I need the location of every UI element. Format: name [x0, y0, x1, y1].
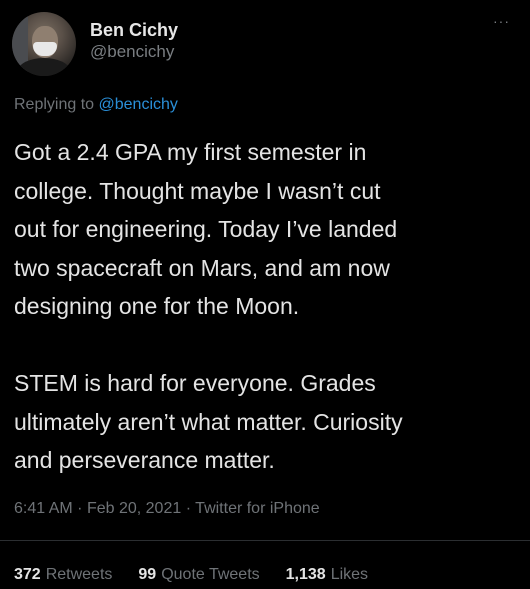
likes-label: Likes	[330, 566, 369, 583]
retweets-stat[interactable]: 372 Retweets	[14, 566, 112, 584]
likes-stat[interactable]: 1,138 Likes	[286, 566, 368, 584]
tweet-source[interactable]: Twitter for iPhone	[195, 500, 320, 517]
tweet-card: Ben Cichy @bencichy ··· Replying to @ben…	[0, 0, 530, 589]
quote-tweets-stat[interactable]: 99 Quote Tweets	[138, 566, 259, 584]
tweet-text: Got a 2.4 GPA my first semester in colle…	[14, 133, 519, 480]
replying-to-mention[interactable]: @bencichy	[99, 96, 178, 113]
retweets-label: Retweets	[45, 566, 113, 583]
tweet-paragraph-2: STEM is hard for everyone. Grades ultima…	[14, 370, 403, 473]
replying-to: Replying to @bencichy	[14, 96, 178, 114]
author-display-name[interactable]: Ben Cichy	[90, 19, 178, 41]
tweet-time[interactable]: 6:41 AM	[14, 500, 73, 517]
tweet-stats: 372 Retweets 99 Quote Tweets 1,138 Likes	[14, 566, 368, 584]
retweets-count: 372	[14, 566, 41, 583]
tweet-date[interactable]: Feb 20, 2021	[87, 500, 181, 517]
tweet-meta: 6:41 AM · Feb 20, 2021 · Twitter for iPh…	[14, 500, 320, 518]
quote-tweets-count: 99	[138, 566, 157, 583]
divider	[0, 540, 530, 541]
meta-separator: ·	[185, 500, 192, 517]
replying-to-label: Replying to	[14, 96, 95, 113]
author-handle[interactable]: @bencichy	[90, 41, 178, 63]
author-names: Ben Cichy @bencichy	[90, 19, 178, 63]
more-options-icon[interactable]: ···	[493, 14, 510, 28]
likes-count: 1,138	[285, 566, 326, 583]
tweet-header: Ben Cichy @bencichy	[12, 12, 178, 76]
avatar[interactable]	[12, 12, 76, 76]
meta-separator: ·	[77, 500, 83, 517]
quote-tweets-label: Quote Tweets	[161, 566, 260, 583]
avatar-shoulders	[18, 58, 70, 76]
tweet-paragraph-1: Got a 2.4 GPA my first semester in colle…	[14, 139, 398, 319]
